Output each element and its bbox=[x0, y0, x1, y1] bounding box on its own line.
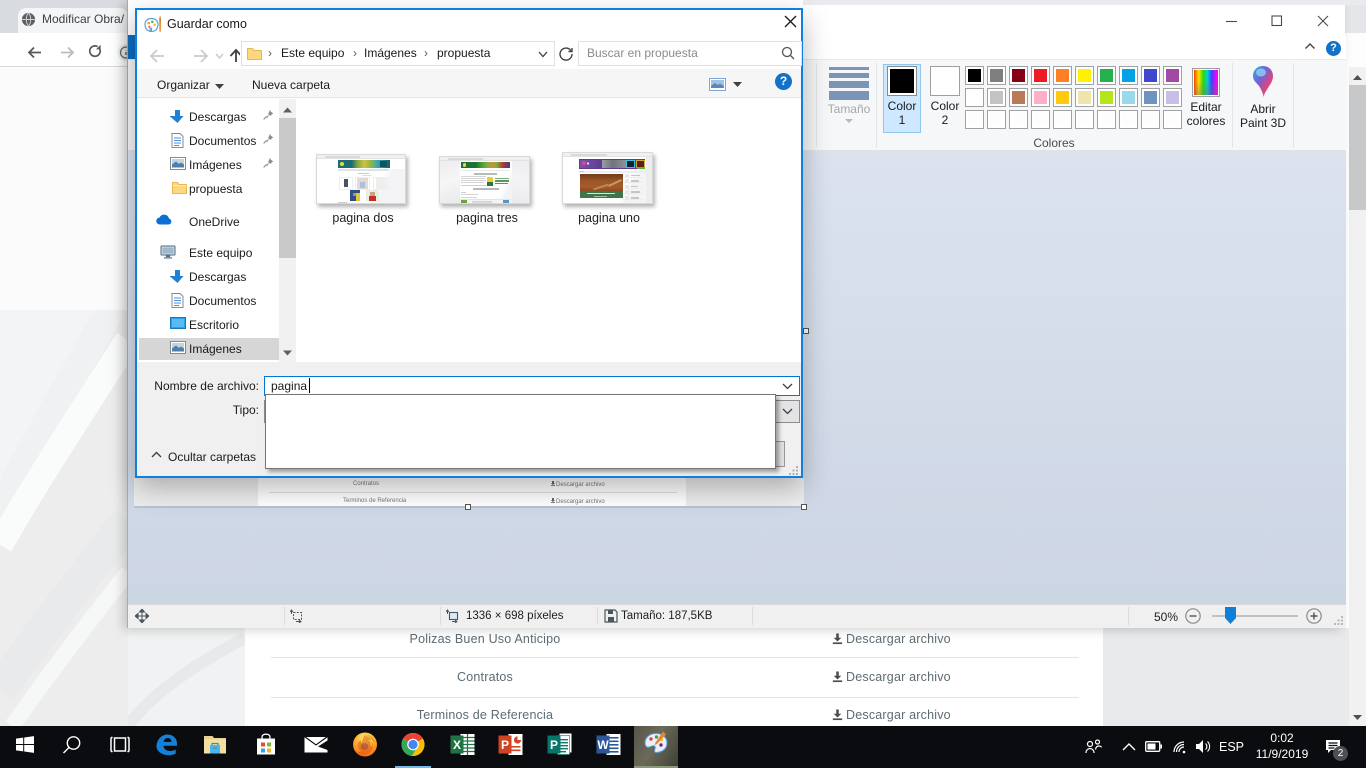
svg-text:X: X bbox=[453, 738, 461, 752]
svg-text:P: P bbox=[550, 738, 558, 752]
svg-text:P: P bbox=[501, 738, 509, 752]
svg-text:W: W bbox=[597, 738, 609, 752]
